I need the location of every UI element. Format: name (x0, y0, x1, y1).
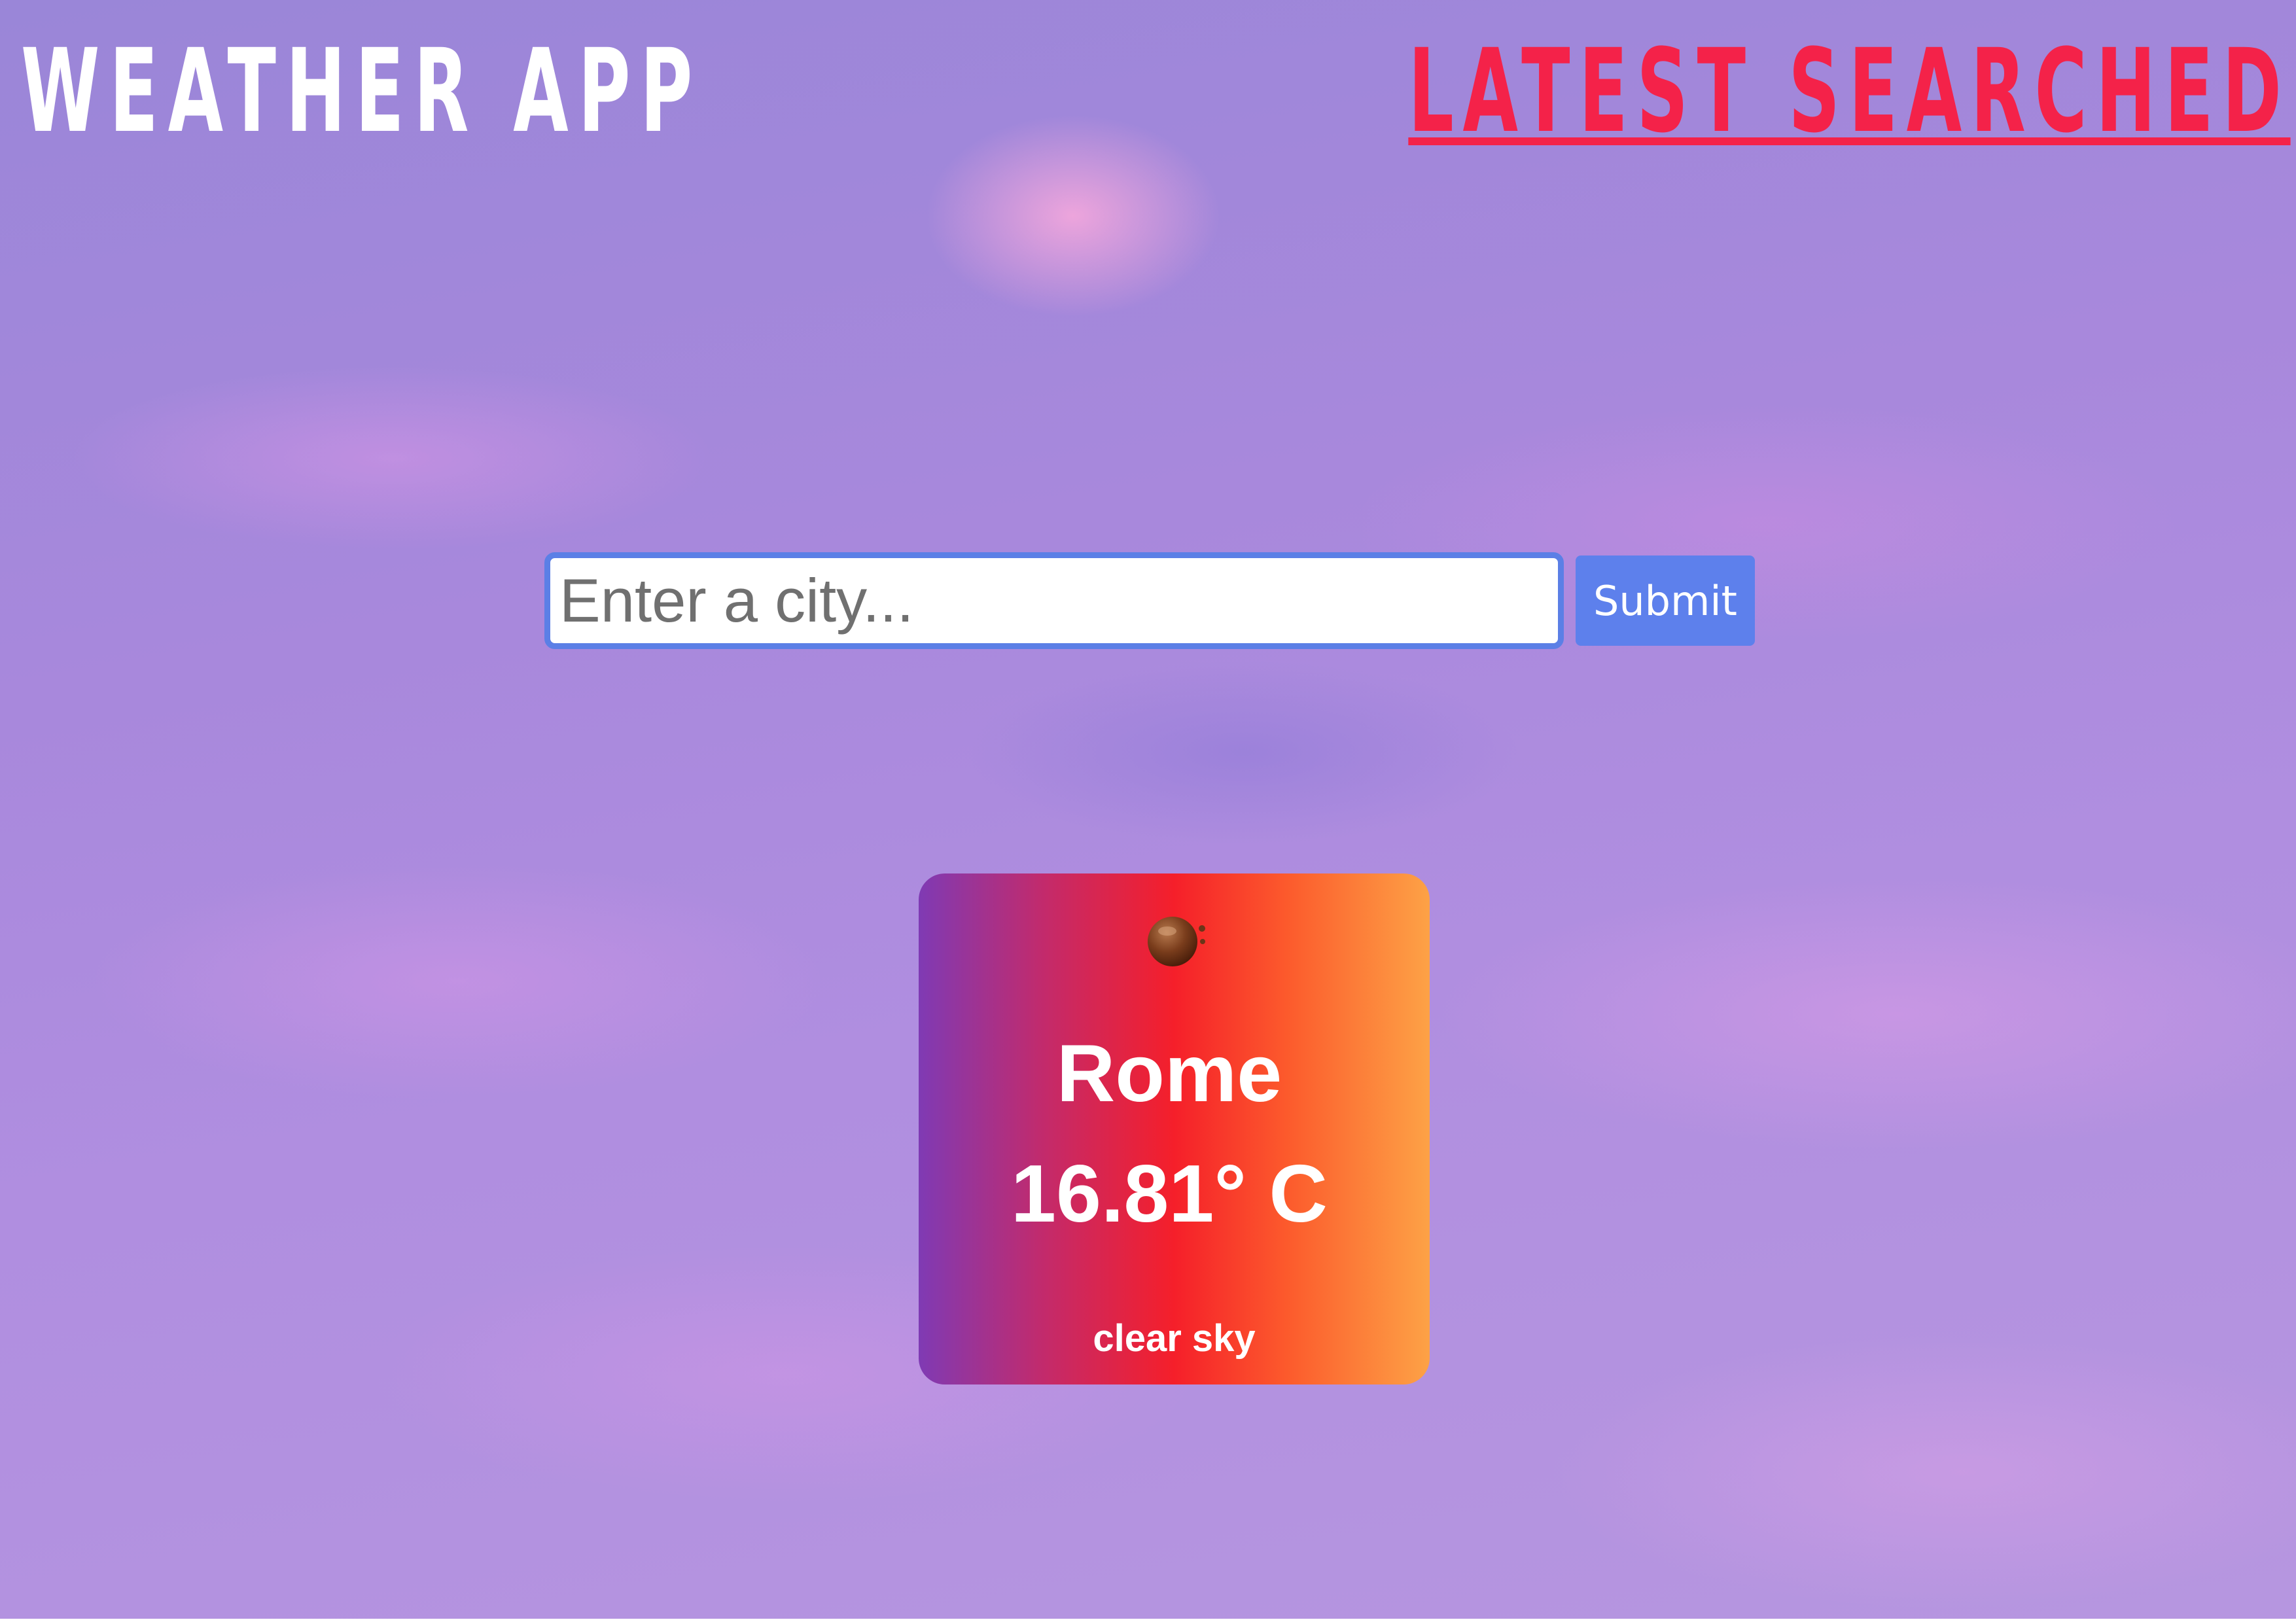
city-name: Rome (1056, 1029, 1282, 1119)
city-search-form: Submit (544, 552, 1755, 649)
submit-button[interactable]: Submit (1576, 555, 1755, 646)
temperature-value: 16.81° C (1011, 1149, 1328, 1239)
dark-moon-icon (1144, 908, 1207, 970)
page-bottom-border (0, 1619, 2296, 1622)
city-search-input[interactable] (544, 552, 1564, 649)
weather-description: clear sky (1093, 1317, 1256, 1360)
weather-card: Rome 16.81° C clear sky (919, 873, 1430, 1384)
app-title: WEATHER APP (21, 24, 703, 158)
latest-searched-link[interactable]: LATEST SEARCHED (1409, 26, 2291, 157)
